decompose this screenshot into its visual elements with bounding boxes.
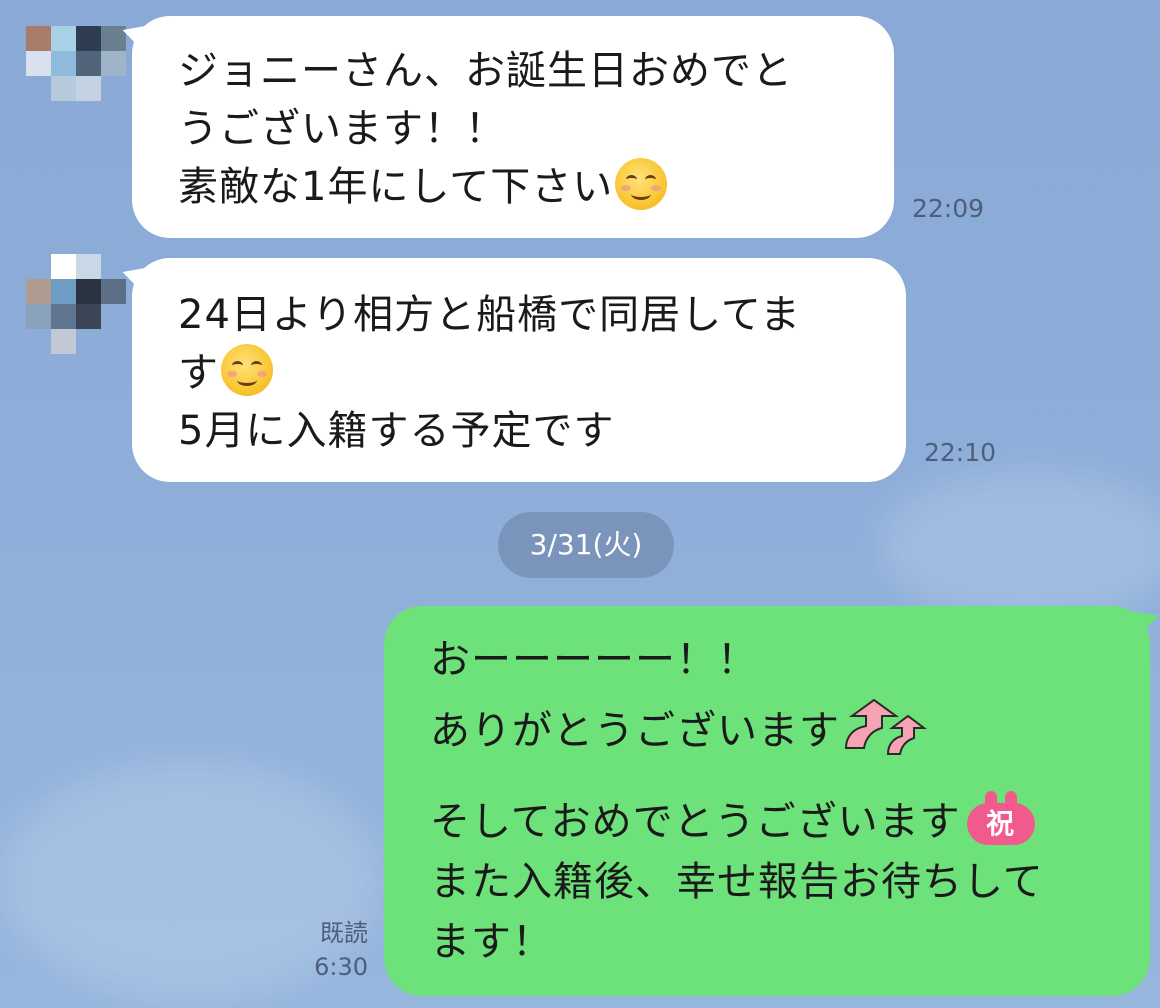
- message-line: 24日より相方と船橋で同居してま: [178, 292, 801, 338]
- outgoing-message-bubble[interactable]: おーーーーー！！ ありがとうございます そしておめでとうございます祝 また入籍後…: [384, 606, 1150, 996]
- message-timestamp: 6:30: [314, 953, 368, 981]
- read-receipt: 既読 6:30: [290, 916, 368, 984]
- message-line: 5月に入籍する予定です: [178, 408, 615, 454]
- message-line: うございます！！: [178, 106, 506, 152]
- message-timestamp: 22:10: [924, 438, 997, 467]
- message-line: また入籍後、幸せ報告お待ちして: [430, 859, 1044, 905]
- pink-up-arrows-icon: [840, 698, 928, 773]
- celebration-badge-icon: 祝: [966, 791, 1035, 845]
- incoming-message-bubble[interactable]: 24日より相方と船橋で同居してま す 5月に入籍する予定です: [132, 258, 906, 482]
- message-line: ジョニーさん、お誕生日おめでと: [178, 48, 793, 94]
- sender-avatar[interactable]: [26, 26, 126, 126]
- read-label: 既読: [320, 919, 368, 947]
- sender-avatar[interactable]: [26, 254, 126, 354]
- background-cloud: [880, 470, 1160, 620]
- message-line: そしておめでとうございます: [430, 799, 961, 845]
- message-timestamp: 22:09: [912, 194, 985, 223]
- message-line: ます！: [430, 919, 553, 965]
- celebration-text: 祝: [966, 803, 1035, 845]
- message-line: 素敵な1年にして下さい: [178, 164, 614, 210]
- smiling-face-icon: [615, 158, 668, 210]
- smiling-face-icon: [221, 344, 273, 396]
- date-separator: 3/31(火): [498, 512, 674, 578]
- incoming-message-bubble[interactable]: ジョニーさん、お誕生日おめでと うございます！！ 素敵な1年にして下さい: [132, 16, 894, 238]
- message-line: ありがとうございます: [430, 708, 840, 754]
- message-line: おーーーーー！！: [430, 637, 758, 683]
- message-line: す: [178, 350, 219, 396]
